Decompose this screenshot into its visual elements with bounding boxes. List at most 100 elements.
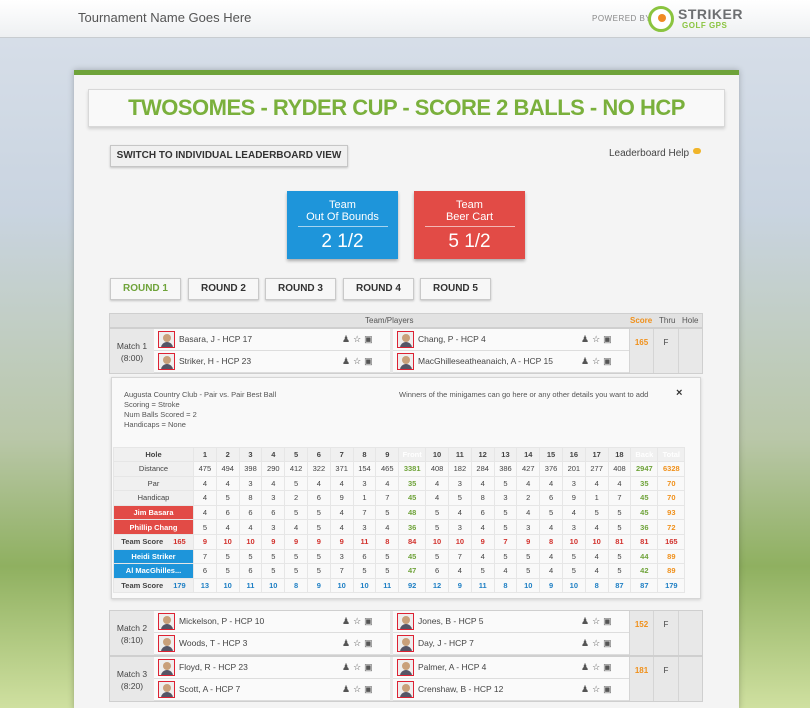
hole-score: 10 xyxy=(584,533,609,550)
hole-score: 277 xyxy=(584,461,609,477)
player-row[interactable]: Scott, A - HCP 7 ♟☆▣ xyxy=(154,679,390,701)
front-total: 45 xyxy=(398,548,427,565)
row-label: Par xyxy=(113,475,194,492)
front-nine-label: Front xyxy=(398,447,427,462)
total-label: Total xyxy=(657,447,686,462)
team-label: Team xyxy=(329,199,356,211)
player-row[interactable]: Jones, B - HCP 5 ♟☆▣ xyxy=(393,611,629,633)
hole-score: 5 xyxy=(561,563,586,579)
hole-number: 4 xyxy=(261,447,286,462)
minigames-note: Winners of the minigames can go here or … xyxy=(399,390,649,399)
num-balls-rule: Num Balls Scored = 2 xyxy=(124,410,197,419)
row-label: Distance xyxy=(113,461,194,477)
hole-score: 408 xyxy=(425,461,449,477)
player-row[interactable]: Crenshaw, B - HCP 12 ♟☆▣ xyxy=(393,679,629,701)
player-row[interactable]: Day, J - HCP 7 ♟☆▣ xyxy=(393,633,629,655)
hole-score: 6 xyxy=(238,504,263,521)
scorecard-header: Hole 1 2 3 4 5 6 7 8 9 Front 10 11 12 13… xyxy=(113,447,686,462)
player-icons[interactable]: ♟☆▣ xyxy=(581,616,615,627)
hole-score: 4 xyxy=(193,475,217,492)
player-row[interactable]: Woods, T - HCP 3 ♟☆▣ xyxy=(154,633,390,655)
close-icon[interactable]: × xyxy=(676,387,682,399)
player-icons[interactable]: ♟☆▣ xyxy=(342,662,376,673)
hole-score: 3 xyxy=(238,475,263,492)
hole-score: 10 xyxy=(329,577,354,594)
hole-score: 8 xyxy=(539,533,563,550)
hole-number: 1 xyxy=(193,447,217,462)
hole-score: 4 xyxy=(493,563,518,579)
player-name: Day, J - HCP 7 xyxy=(418,638,474,648)
player-row[interactable]: Mickelson, P - HCP 10 ♟☆▣ xyxy=(154,611,390,633)
match-row[interactable]: Match 3 (8:20) Floyd, R - HCP 23 ♟☆▣ Scott… xyxy=(109,656,703,702)
avatar xyxy=(158,659,175,676)
player-icons[interactable]: ♟☆▣ xyxy=(342,684,376,695)
player-name: Scott, A - HCP 7 xyxy=(179,684,241,694)
hole-score: 7 xyxy=(329,563,354,579)
tab-round-1[interactable]: ROUND 1 xyxy=(110,278,181,300)
hole-score: 6 xyxy=(352,548,377,565)
tab-round-3[interactable]: ROUND 3 xyxy=(265,278,336,300)
player-row[interactable]: Basara, J - HCP 17 ♟☆▣ xyxy=(154,329,390,351)
scorecard-row: Team Score 165 9 10 10 9 9 9 9 11 8 84 10 10 9 7 9 8 10 10 8… xyxy=(113,533,686,550)
hole-score: 5 xyxy=(607,548,632,565)
hole-score: 1 xyxy=(352,490,377,506)
match-thru: F xyxy=(653,657,678,701)
scorecard-row: Team Score 179 13 10 11 10 8 9 10 10 11 92 12 9 11 8 10 9… xyxy=(113,577,686,594)
match-score: 165 xyxy=(629,329,653,373)
player-icons[interactable]: ♟☆▣ xyxy=(342,638,376,649)
col-score[interactable]: Score xyxy=(630,316,652,325)
player-icons[interactable]: ♟☆▣ xyxy=(581,334,615,345)
hole-score: 5 xyxy=(493,504,518,521)
player-row[interactable]: Striker, H - HCP 23 ♟☆▣ xyxy=(154,351,390,373)
player-icons[interactable]: ♟☆▣ xyxy=(342,356,376,367)
match-hole xyxy=(678,657,703,701)
player-icons[interactable]: ♟☆▣ xyxy=(342,334,376,345)
avatar xyxy=(397,331,414,348)
player-icons[interactable]: ♟☆▣ xyxy=(581,662,615,673)
player-icons[interactable]: ♟☆▣ xyxy=(581,638,615,649)
hole-number: 9 xyxy=(375,447,400,462)
match-row[interactable]: Match 1 (8:00) Basara, J - HCP 17 ♟☆▣ Stri… xyxy=(109,328,703,374)
hole-score: 5 xyxy=(516,563,541,579)
grand-total: 70 xyxy=(657,475,686,492)
leaderboard-help-link[interactable]: Leaderboard Help xyxy=(609,148,702,159)
hole-number: 11 xyxy=(447,447,472,462)
match-info: Augusta Country Club - Pair vs. Pair Bes… xyxy=(124,390,276,430)
front-total: 92 xyxy=(398,577,427,594)
player-icons[interactable]: ♟☆▣ xyxy=(581,356,615,367)
striker-logo[interactable]: STRIKER GOLF GPS xyxy=(648,5,758,33)
match-row[interactable]: Match 2 (8:10) Mickelson, P - HCP 10 ♟☆▣ W… xyxy=(109,610,703,656)
front-total: 47 xyxy=(398,563,427,579)
hole-score: 4 xyxy=(329,475,354,492)
tab-round-2[interactable]: ROUND 2 xyxy=(188,278,259,300)
grand-total: 72 xyxy=(657,519,686,535)
tab-round-4[interactable]: ROUND 4 xyxy=(343,278,414,300)
hole-score: 5 xyxy=(261,563,286,579)
hole-score: 6 xyxy=(215,504,240,521)
scoring-rule: Scoring = Stroke xyxy=(124,400,180,409)
player-row[interactable]: Floyd, R - HCP 23 ♟☆▣ xyxy=(154,657,390,679)
player-icons[interactable]: ♟☆▣ xyxy=(581,684,615,695)
hole-score: 5 xyxy=(425,504,449,521)
player-icons[interactable]: ♟☆▣ xyxy=(342,616,376,627)
hole-score: 465 xyxy=(375,461,400,477)
hole-score: 475 xyxy=(193,461,217,477)
row-label: Al MacGhilles... xyxy=(113,563,194,579)
hole-score: 4 xyxy=(584,548,609,565)
hole-score: 3 xyxy=(329,548,354,565)
hole-score: 4 xyxy=(470,475,495,492)
player-name: Chang, P - HCP 4 xyxy=(418,334,486,344)
hole-score: 4 xyxy=(215,519,240,535)
player-row[interactable]: MacGhilleseatheanaich, A - HCP 15 ♟☆▣ xyxy=(393,351,629,373)
player-row[interactable]: Palmer, A - HCP 4 ♟☆▣ xyxy=(393,657,629,679)
hole-score: 4 xyxy=(539,519,563,535)
hole-number: 3 xyxy=(238,447,263,462)
player-row[interactable]: Chang, P - HCP 4 ♟☆▣ xyxy=(393,329,629,351)
hole-score: 7 xyxy=(193,548,217,565)
hole-number: 18 xyxy=(607,447,632,462)
tab-round-5[interactable]: ROUND 5 xyxy=(420,278,491,300)
switch-view-button[interactable]: SWITCH TO INDIVIDUAL LEADERBOARD VIEW xyxy=(110,145,348,167)
hole-score: 4 xyxy=(539,548,563,565)
hole-score: 4 xyxy=(375,475,400,492)
divider xyxy=(297,226,388,227)
